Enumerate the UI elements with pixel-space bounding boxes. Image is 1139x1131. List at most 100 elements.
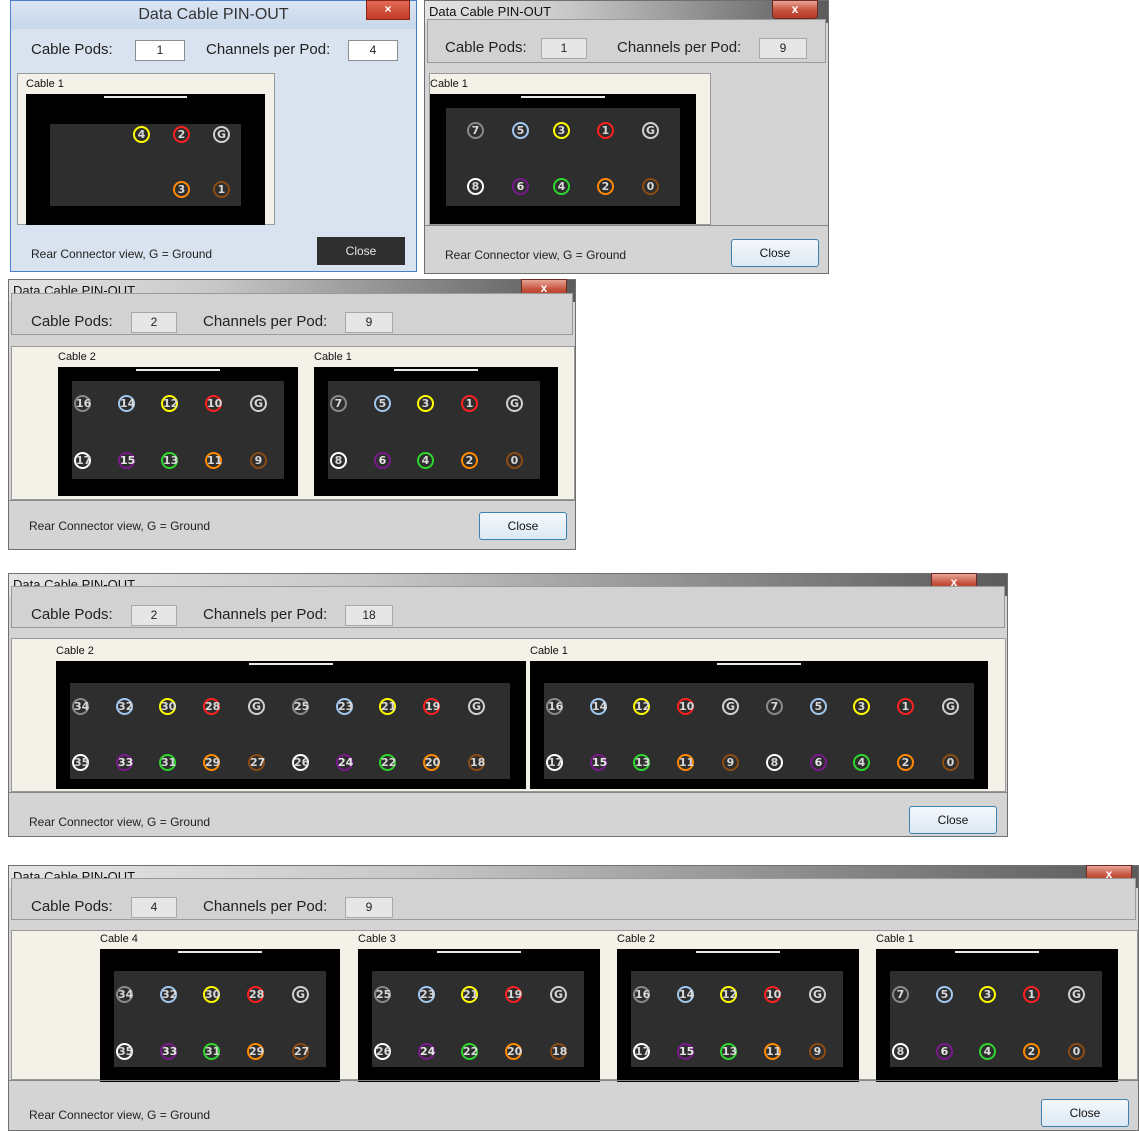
pin: 26 <box>292 754 310 771</box>
cable-connector: Cable 1 7 5 3 1 G 8 6 4 2 0 <box>876 933 1118 1082</box>
pin: 5 <box>936 986 953 1003</box>
connector-face <box>70 683 510 779</box>
pin: 3 <box>173 181 190 198</box>
pin: 15 <box>677 1043 695 1060</box>
pin: 20 <box>505 1043 523 1060</box>
channels-per-pod-field[interactable]: 18 <box>345 605 393 626</box>
close-button[interactable]: Close <box>909 806 997 834</box>
pin: 9 <box>250 452 267 469</box>
cable-pods-label: Cable Pods: <box>31 898 113 915</box>
pin: 12 <box>633 698 651 715</box>
close-button[interactable]: Close <box>317 237 405 265</box>
pin: 0 <box>942 754 959 771</box>
pin: 9 <box>809 1043 826 1060</box>
footer-note: Rear Connector view, G = Ground <box>31 247 213 261</box>
channels-per-pod-label: Channels per Pod: <box>203 898 328 915</box>
pin: 27 <box>248 754 266 771</box>
pin: 1 <box>897 698 914 715</box>
key-notch <box>178 951 262 953</box>
pin: 22 <box>461 1043 479 1060</box>
pin: G <box>248 698 265 715</box>
pin: 1 <box>213 181 230 198</box>
footer-note: Rear Connector view, G = Ground <box>445 248 627 262</box>
cable-pods-field[interactable]: 1 <box>135 40 185 61</box>
pin: 5 <box>374 395 391 412</box>
pin: G <box>1068 986 1085 1003</box>
pin: 17 <box>74 452 92 469</box>
close-icon[interactable]: x <box>772 0 818 19</box>
pin: 16 <box>546 698 564 715</box>
pin: 5 <box>512 122 529 139</box>
key-notch <box>696 951 780 953</box>
pin: 13 <box>720 1043 738 1060</box>
cable-pods-field[interactable]: 4 <box>131 897 177 918</box>
key-notch <box>103 96 188 98</box>
pin: 2 <box>1023 1043 1040 1060</box>
pin: 11 <box>677 754 695 771</box>
cable-pods-label: Cable Pods: <box>31 41 113 58</box>
cable-pods-field[interactable]: 1 <box>541 38 587 59</box>
pin: 0 <box>506 452 523 469</box>
pin: 14 <box>590 698 608 715</box>
cable-pods-field[interactable]: 2 <box>131 605 177 626</box>
pinout-window: Data Cable PIN-OUT × Cable Pods: 1 Channels … <box>10 0 417 272</box>
connector-panel: Cable 2 16 14 12 10 G 17 15 13 11 9 Cable 1 7 5 3 1 G 8 6 4… <box>11 346 575 500</box>
title-bar[interactable]: Data Cable PIN-OUT × <box>11 0 416 29</box>
connector-plug: 4 2 G 3 1 <box>26 94 265 225</box>
key-notch <box>249 663 333 665</box>
channels-per-pod-field[interactable]: 9 <box>345 312 393 333</box>
pin: 30 <box>159 698 177 715</box>
key-notch <box>717 663 801 665</box>
cable-label: Cable 2 <box>56 645 94 657</box>
channels-per-pod-field[interactable]: 4 <box>348 40 398 61</box>
pin: 18 <box>550 1043 568 1060</box>
pin: 1 <box>461 395 478 412</box>
channels-per-pod-field[interactable]: 9 <box>759 38 807 59</box>
pin: G <box>468 698 485 715</box>
close-icon[interactable]: × <box>366 0 410 20</box>
pin: 10 <box>764 986 782 1003</box>
pin: 8 <box>467 178 484 195</box>
close-button[interactable]: Close <box>731 239 819 267</box>
cable-label: Cable 1 <box>430 78 468 90</box>
pin: 25 <box>374 986 392 1003</box>
pin: 15 <box>118 452 136 469</box>
cable-pods-field[interactable]: 2 <box>131 312 177 333</box>
pin: G <box>506 395 523 412</box>
pin: G <box>292 986 309 1003</box>
pin: 34 <box>72 698 90 715</box>
pin: 3 <box>979 986 996 1003</box>
channels-per-pod-field[interactable]: 9 <box>345 897 393 918</box>
connector-panel: Cable 1 4 2 G 3 1 <box>17 73 275 225</box>
cable-connector: Cable 2 16 14 12 10 G 17 15 13 11 9 <box>617 933 859 1082</box>
pin: G <box>722 698 739 715</box>
pin: 12 <box>161 395 179 412</box>
pin: 35 <box>72 754 90 771</box>
pin: 0 <box>642 178 659 195</box>
connector-plug: 16 14 12 10 G 7 5 3 1 G 17 15 13 11 9 8 6 4 2 0 <box>530 661 988 789</box>
pin: 11 <box>205 452 223 469</box>
close-button[interactable]: Close <box>1041 1099 1129 1127</box>
close-button[interactable]: Close <box>479 512 567 540</box>
pin: 2 <box>461 452 478 469</box>
pinout-window: Data Cable PIN-OUT x Cable Pods: 2 Channels … <box>8 279 576 550</box>
pin: G <box>250 395 267 412</box>
connector-plug: 34 32 30 28 G 25 23 21 19 G 35 33 31 29 27 26 24 22 20 18 <box>56 661 526 789</box>
pin: G <box>942 698 959 715</box>
cable-connector: Cable 4 34 32 30 28 G 35 33 31 29 27 <box>100 933 340 1082</box>
pin: 16 <box>633 986 651 1003</box>
pin: 26 <box>374 1043 392 1060</box>
pin: 17 <box>633 1043 651 1060</box>
connector-plug: 34 32 30 28 G 35 33 31 29 27 <box>100 949 340 1082</box>
connector-plug: 16 14 12 10 G 17 15 13 11 9 <box>617 949 859 1082</box>
cable-label: Cable 2 <box>617 933 655 945</box>
pin: 35 <box>116 1043 134 1060</box>
pin: 3 <box>417 395 434 412</box>
pin: 2 <box>173 126 190 143</box>
cable-label: Cable 3 <box>358 933 396 945</box>
pin: G <box>809 986 826 1003</box>
pinout-window: Data Cable PIN-OUT x Cable Pods: 4 Channels … <box>8 865 1139 1131</box>
pin: 25 <box>292 698 310 715</box>
footer-separator <box>425 225 828 226</box>
pin: 8 <box>766 754 783 771</box>
